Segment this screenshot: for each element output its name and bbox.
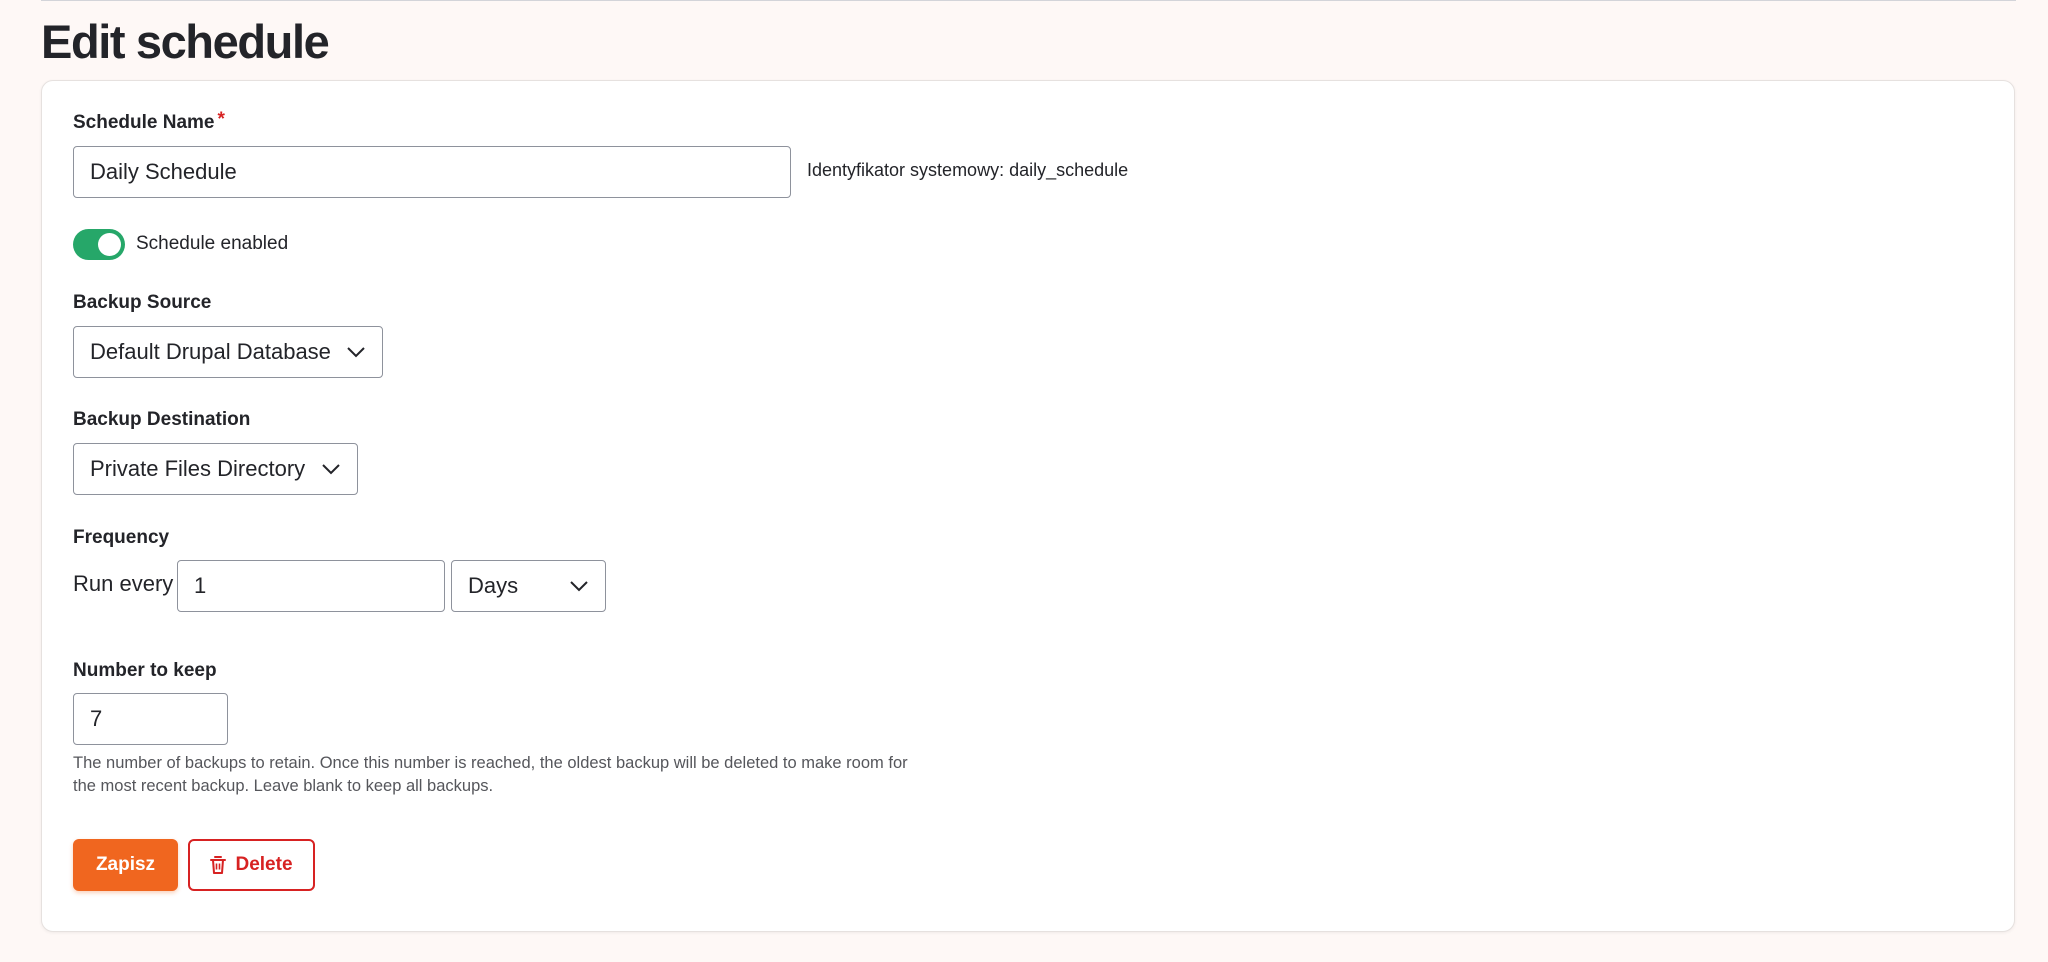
number-to-keep-description: The number of backups to retain. Once th… [73,754,908,795]
number-to-keep-input[interactable]: 7 [73,693,228,745]
backup-source-selected: Default Drupal Database [90,339,331,364]
delete-button[interactable]: Delete [188,839,315,891]
schedule-form-card [41,80,2015,932]
chevron-down-icon [570,581,588,592]
machine-name-label: Identyfikator systemowy: daily_schedule [807,160,1129,180]
frequency-unit-selected: Days [468,573,519,598]
schedule-name-value: Daily Schedule [90,159,237,184]
run-every-label: Run every [73,571,174,596]
frequency-number-value: 1 [194,573,207,598]
backup-destination-select[interactable]: Private Files Directory [73,443,358,495]
toggle-knob [98,233,121,256]
top-divider [41,0,2016,1]
schedule-name-label: Schedule Name * [73,109,225,135]
trash-icon [210,856,227,874]
backup-source-label: Backup Source [73,292,212,313]
frequency-number-input[interactable]: 1 [177,560,445,612]
delete-button-label: Delete [235,854,293,875]
schedule-name-input[interactable]: Daily Schedule [73,146,791,198]
chevron-down-icon [347,347,365,358]
backup-destination-selected: Private Files Directory [90,456,306,481]
number-to-keep-value: 7 [90,706,103,731]
backup-destination-label: Backup Destination [73,409,251,430]
schedule-enabled-label: Schedule enabled [136,233,289,254]
chevron-down-icon [322,464,340,475]
frequency-unit-select[interactable]: Days [451,560,606,612]
number-to-keep-label: Number to keep [73,660,217,681]
save-button[interactable]: Zapisz [73,839,178,891]
backup-source-select[interactable]: Default Drupal Database [73,326,383,378]
page-title: Edit schedule [41,15,330,68]
schedule-enabled-toggle[interactable] [73,229,125,260]
required-marker: * [217,109,225,130]
schedule-name-label-text: Schedule Name [73,112,215,133]
frequency-label: Frequency [73,527,170,548]
